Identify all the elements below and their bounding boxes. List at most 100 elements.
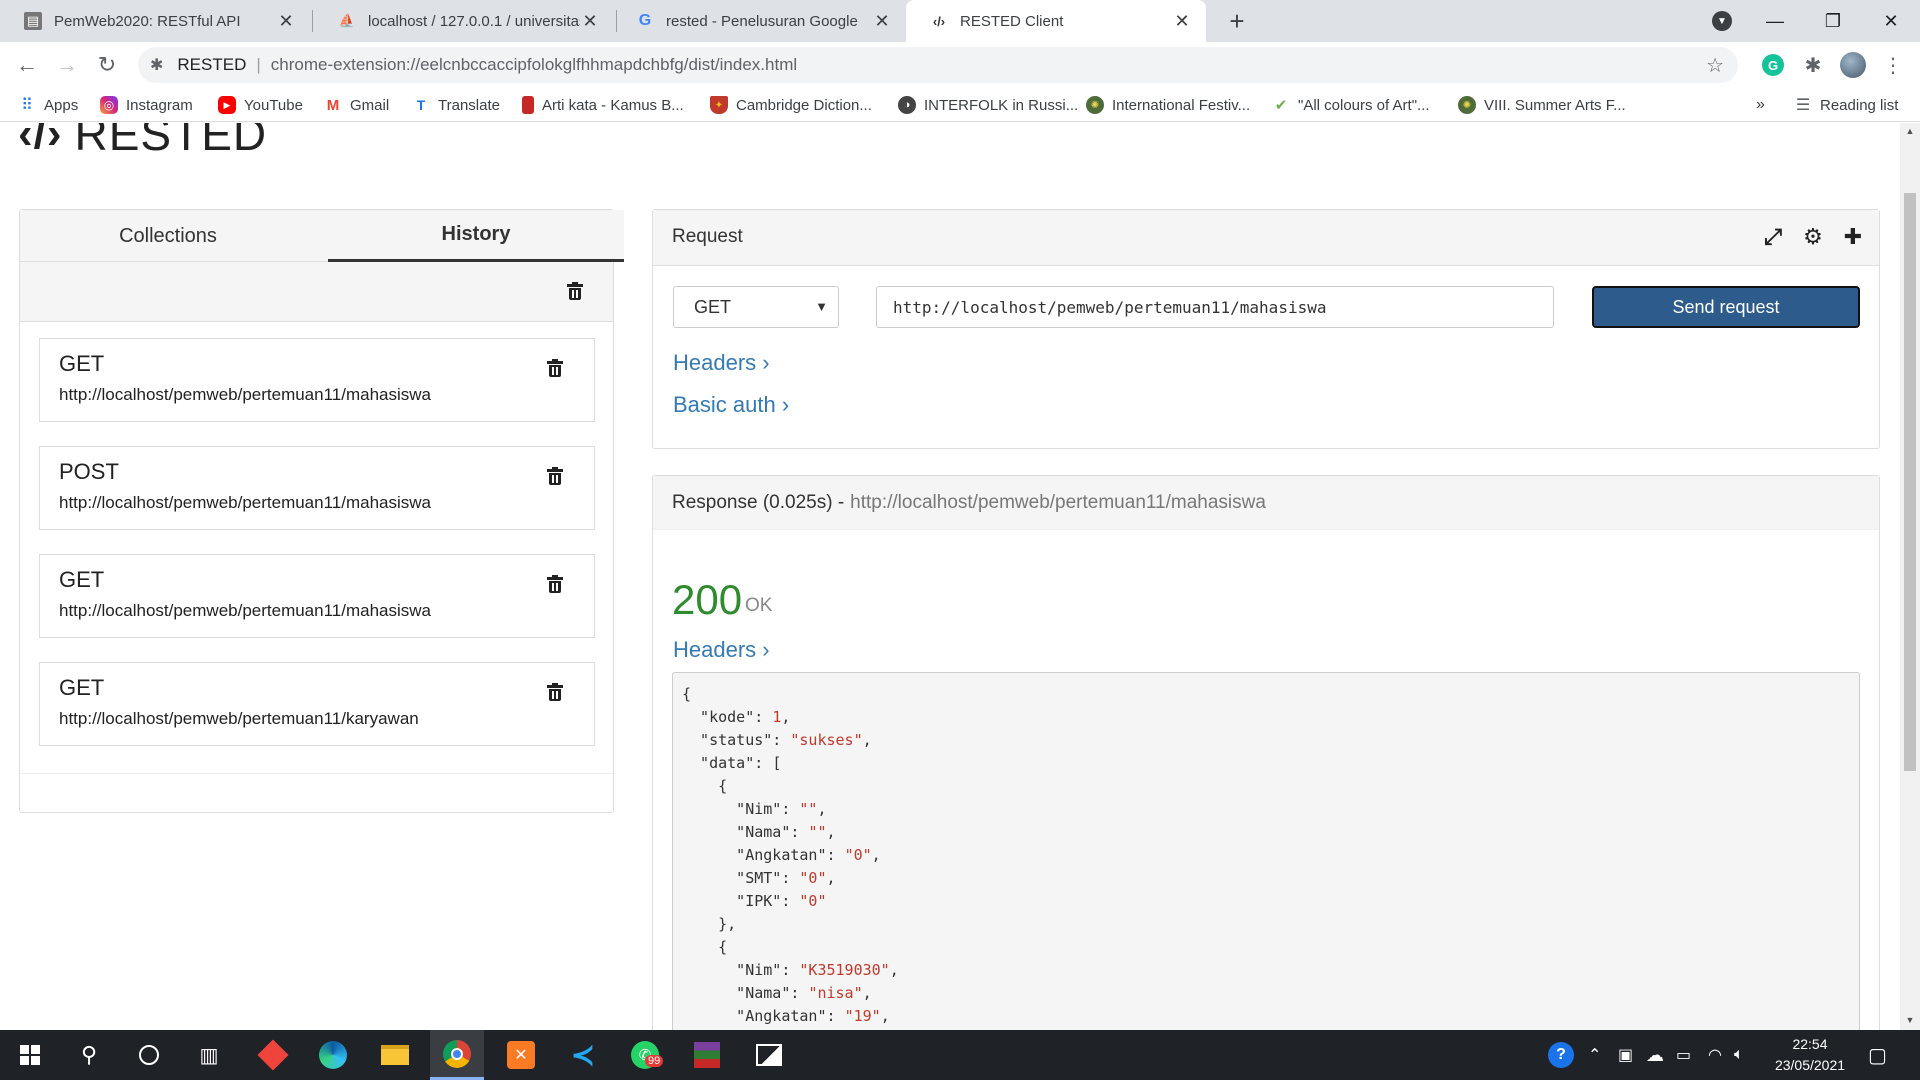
phpmyadmin-icon: ⛵ — [338, 13, 356, 28]
bookmark-apps[interactable]: ⠿ Apps — [18, 88, 78, 122]
cortana-icon[interactable] — [122, 1030, 176, 1080]
scroll-thumb[interactable] — [1904, 193, 1916, 771]
close-tab-icon[interactable]: ✕ — [580, 11, 600, 32]
scroll-up-icon[interactable]: ▲ — [1900, 126, 1920, 136]
request-headers-link[interactable]: Headers › — [673, 350, 770, 376]
address-bar[interactable]: ✱ RESTED | chrome-extension://eelcnbccac… — [138, 47, 1738, 83]
history-url: http://localhost/pemweb/pertemuan11/maha… — [59, 493, 431, 512]
minimize-icon[interactable]: — — [1746, 0, 1804, 42]
forward-icon[interactable]: → — [52, 50, 82, 80]
bookmark-youtube[interactable]: ▶ YouTube — [218, 88, 303, 122]
bookmarks-overflow-icon[interactable]: » — [1756, 88, 1765, 122]
code-icon: ‹/› — [18, 123, 63, 158]
bookmark-summer-arts[interactable]: ✺ VIII. Summer Arts F... — [1458, 88, 1626, 122]
browser-tab[interactable]: ▤ PemWeb2020: RESTful API ✕ — [0, 0, 310, 42]
onedrive-cloud-icon[interactable]: ☁ — [1646, 1030, 1664, 1080]
grammarly-extension-icon[interactable]: G — [1758, 50, 1788, 80]
response-title: Response (0.025s) - — [672, 491, 845, 513]
bookmark-label: International Festiv... — [1112, 96, 1251, 114]
back-icon[interactable]: ← — [12, 50, 42, 80]
add-icon[interactable]: ✚ — [1840, 224, 1866, 250]
tab-collections[interactable]: Collections — [20, 210, 316, 262]
history-method: GET — [59, 351, 105, 376]
bookmark-instagram[interactable]: ◎ Instagram — [100, 88, 193, 122]
send-request-button[interactable]: Send request — [1592, 286, 1860, 328]
file-explorer-icon[interactable] — [368, 1030, 422, 1080]
expand-icon[interactable]: ⤢ — [1760, 224, 1786, 250]
close-tab-icon[interactable]: ✕ — [276, 11, 296, 32]
tab-history[interactable]: History — [328, 210, 624, 262]
reading-list[interactable]: ☰ Reading list — [1794, 88, 1899, 122]
xampp-icon[interactable]: ✕ — [494, 1030, 548, 1080]
bookmark-label: Gmail — [350, 96, 390, 114]
delete-trash-icon[interactable] — [547, 359, 563, 377]
tab-search-icon[interactable]: ▼ — [1712, 11, 1732, 31]
notifications-icon[interactable]: ▢ — [1868, 1030, 1887, 1080]
device-icon[interactable]: ▣ — [1618, 1030, 1633, 1080]
bookmark-star-icon[interactable]: ☆ — [1706, 53, 1724, 78]
delete-trash-icon[interactable] — [547, 683, 563, 701]
reload-icon[interactable]: ↻ — [92, 50, 122, 80]
bookmark-colours-of-art[interactable]: ✔ "All colours of Art"... — [1272, 88, 1430, 122]
chrome-menu-icon[interactable]: ⋮ — [1878, 50, 1908, 80]
whatsapp-icon[interactable]: ✆ 99 — [618, 1030, 672, 1080]
tab-separator — [312, 10, 313, 32]
book-icon — [522, 96, 534, 114]
new-tab-icon[interactable]: + — [1222, 6, 1252, 37]
response-body-line: "IPK": "0" — [682, 892, 827, 910]
chevron-up-icon[interactable]: ⌃ — [1588, 1030, 1601, 1080]
history-item[interactable]: POST http://localhost/pemweb/pertemuan11… — [39, 446, 595, 530]
response-body-line: "Nim": "", — [682, 800, 827, 818]
close-tab-icon[interactable]: ✕ — [1172, 11, 1192, 32]
panel-divider — [20, 773, 613, 774]
close-tab-icon[interactable]: ✕ — [872, 11, 892, 32]
search-icon[interactable]: ⚲ — [62, 1030, 116, 1080]
anydesk-icon[interactable] — [246, 1030, 300, 1080]
bookmark-kamus[interactable]: Arti kata - Kamus B... — [522, 88, 684, 122]
response-headers-link[interactable]: Headers › — [673, 637, 770, 663]
history-item[interactable]: GET http://localhost/pemweb/pertemuan11/… — [39, 338, 595, 422]
bookmark-interfolk[interactable]: ◑ INTERFOLK in Russi... — [898, 88, 1078, 122]
windows-start-icon[interactable] — [3, 1030, 57, 1080]
basic-auth-link[interactable]: Basic auth › — [673, 392, 789, 418]
winrar-icon[interactable] — [680, 1030, 734, 1080]
bookmark-cambridge[interactable]: ✦ Cambridge Diction... — [710, 88, 872, 122]
profile-avatar[interactable] — [1838, 50, 1868, 80]
system-clock[interactable]: 22:54 23/05/2021 — [1760, 1034, 1860, 1076]
chrome-icon[interactable] — [430, 1030, 484, 1080]
browser-tab-active[interactable]: ‹/› RESTED Client ✕ — [906, 0, 1206, 42]
restore-icon[interactable]: ❐ — [1804, 0, 1862, 42]
volume-icon[interactable]: 🔈︎ — [1734, 1030, 1744, 1080]
scroll-down-icon[interactable]: ▼ — [1900, 1015, 1920, 1025]
bookmark-festival[interactable]: ✺ International Festiv... — [1086, 88, 1250, 122]
address-url: chrome-extension://eelcnbccaccipfolokglf… — [270, 55, 798, 74]
settings-gear-icon[interactable]: ⚙ — [1800, 224, 1826, 250]
method-select[interactable]: GET ▼ — [673, 286, 839, 328]
response-body-line: { — [682, 685, 692, 703]
delete-trash-icon[interactable] — [547, 575, 563, 593]
bookmark-translate[interactable]: T Translate — [412, 88, 500, 122]
task-view-icon[interactable]: ▥ — [182, 1030, 236, 1080]
clear-history-trash-icon[interactable] — [567, 282, 583, 300]
wifi-icon[interactable]: ◠ — [1708, 1030, 1722, 1080]
globe-icon: ◑ — [898, 96, 916, 114]
help-icon[interactable]: ? — [1548, 1030, 1574, 1080]
emblem-icon: ✺ — [1086, 96, 1104, 114]
delete-trash-icon[interactable] — [547, 467, 563, 485]
response-body-line: "status": "sukses", — [682, 731, 872, 749]
photos-icon[interactable] — [742, 1030, 796, 1080]
browser-tab[interactable]: G rested - Penelusuran Google ✕ — [612, 0, 906, 42]
browser-tab[interactable]: ⛵ localhost / 127.0.0.1 / universitas ✕ — [314, 0, 614, 42]
url-input[interactable]: http://localhost/pemweb/pertemuan11/maha… — [876, 286, 1554, 328]
battery-icon[interactable]: ▭ — [1676, 1030, 1691, 1080]
edge-icon[interactable] — [306, 1030, 360, 1080]
history-item[interactable]: GET http://localhost/pemweb/pertemuan11/… — [39, 662, 595, 746]
windows-taskbar: ⚲ ▥ ✕ ≺ ✆ 99 ? ⌃ ▣ ☁ ▭ ◠ 🔈︎ 22:54 23/05/… — [0, 1030, 1920, 1080]
page-scrollbar[interactable]: ▲ ▼ — [1900, 123, 1920, 1030]
vscode-icon[interactable]: ≺ — [556, 1030, 610, 1080]
history-item[interactable]: GET http://localhost/pemweb/pertemuan11/… — [39, 554, 595, 638]
close-window-icon[interactable]: ✕ — [1862, 0, 1920, 42]
extensions-icon[interactable]: ✱ — [1798, 50, 1828, 80]
bookmark-gmail[interactable]: M Gmail — [324, 88, 389, 122]
response-body-line: }, — [682, 915, 737, 933]
